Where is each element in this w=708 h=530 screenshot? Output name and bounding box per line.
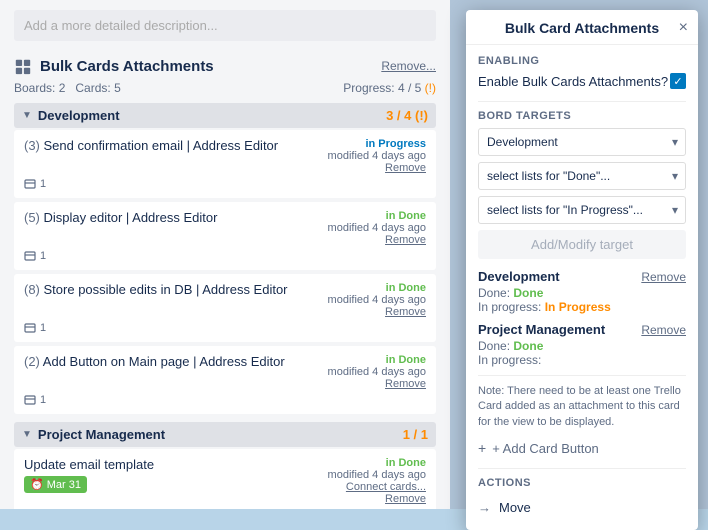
target-project-management: Project Management Remove Done: Done In … [478,322,686,367]
progress-summary: Progress: 4 / 5 (!) [343,81,436,95]
card-item: (2) Add Button on Main page | Address Ed… [14,346,436,414]
card-item: (3) Send confirmation email | Address Ed… [14,130,436,198]
add-card-label: + Add Card Button [492,441,599,456]
pm-card-meta: in Done modified 4 days ago Connect card… [328,457,426,505]
description-input[interactable]: Add a more detailed description... [14,10,436,41]
development-section-header[interactable]: ▼ Development 3 / 4 (!) [14,103,436,128]
clock-icon: ⏰ [30,478,44,491]
pm-card-title: Update email template ⏰ Mar 31 [24,457,318,493]
enable-question: Enable Bulk Cards Attachments? [478,74,668,89]
add-card-button[interactable]: + + Add Card Button [478,440,686,456]
card-remove-link[interactable]: Remove [328,162,426,174]
bulk-cards-title: Bulk Cards Attachments [40,58,381,75]
card-title: (8) Store possible edits in DB | Address… [24,282,318,297]
pm-count: 1 / 1 [403,427,428,442]
actions-label: ACTIONS [478,477,686,489]
development-select-wrapper: Development [478,128,686,156]
toggle-icon: ▼ [22,110,32,121]
popup-close-button[interactable]: × [679,20,688,36]
card-attachment: 1 [24,250,426,262]
bulk-cards-remove-link[interactable]: Remove... [381,59,436,73]
card-title: (2) Add Button on Main page | Address Ed… [24,354,318,369]
target-dev-done-status: Done: Done [478,286,686,300]
card-attachment: 1 [24,322,426,334]
popup-title: Bulk Card Attachments [505,20,659,36]
popup-header: Bulk Card Attachments × [466,10,698,45]
target-pm-name: Project Management [478,322,605,337]
boards-summary: Boards: 2 Cards: 5 Progress: 4 / 5 (!) [14,81,436,95]
main-card-area: Add a more detailed description... Bulk … [0,0,450,509]
development-select[interactable]: Development [478,128,686,156]
target-pm-remove[interactable]: Remove [641,323,686,337]
card-item: (5) Display editor | Address Editor in D… [14,202,436,270]
card-modified: modified 4 days ago [328,150,426,162]
pm-connect-link[interactable]: Connect cards... [328,481,426,493]
card-title: (5) Display editor | Address Editor [24,210,318,225]
enabling-label: ENABLING [478,55,686,67]
card-status: in Done [386,354,426,366]
card-attachment: 1 [24,394,426,406]
target-development: Development Remove Done: Done In progres… [478,269,686,314]
card-status: in Done [386,210,426,222]
popup-body: ENABLING Enable Bulk Cards Attachments? … [466,45,698,530]
card-remove-link[interactable]: Remove [328,378,426,390]
target-pm-progress-status: In progress: [478,353,686,367]
card-title: (3) Send confirmation email | Address Ed… [24,138,318,153]
development-label: Development [38,108,120,123]
card-meta: in Done modified 4 days ago Remove [328,282,426,318]
card-status: in Done [386,282,426,294]
progress-select[interactable]: select lists for "In Progress"... [478,196,686,224]
target-dev-remove[interactable]: Remove [641,270,686,284]
target-pm-done-status: Done: Done [478,339,686,353]
development-count: 3 / 4 (!) [386,108,428,123]
card-remove-link[interactable]: Remove [328,306,426,318]
card-status: in Progress [365,138,426,150]
target-dev-name: Development [478,269,560,284]
add-modify-button[interactable]: Add/Modify target [478,230,686,259]
pm-card-status: in Done [386,457,426,469]
enable-checkbox[interactable] [670,73,686,89]
bulk-cards-icon [14,57,32,75]
card-item: (8) Store possible edits in DB | Address… [14,274,436,342]
card-meta: in Done modified 4 days ago Remove [328,354,426,390]
done-select[interactable]: select lists for "Done"... [478,162,686,190]
card-meta: in Progress modified 4 days ago Remove [328,138,426,174]
project-management-section-header[interactable]: ▼ Project Management 1 / 1 [14,422,436,447]
popup-divider [478,101,686,102]
popup-note: Note: There need to be at least one Trel… [478,375,686,430]
move-label: Move [499,500,531,515]
bulk-card-attachments-popup: Bulk Card Attachments × ENABLING Enable … [466,10,698,530]
toggle-icon: ▼ [22,429,32,440]
move-action[interactable]: → Move [478,495,686,520]
pm-card-item: Update email template ⏰ Mar 31 in Done m… [14,449,436,509]
card-remove-link[interactable]: Remove [328,234,426,246]
bulk-cards-header: Bulk Cards Attachments Remove... [14,57,436,75]
enable-row: Enable Bulk Cards Attachments? [478,73,686,89]
actions-section: ACTIONS → Move [478,468,686,520]
progress-warning: (!) [425,81,436,95]
card-attachment: 1 [24,178,426,190]
card-meta: in Done modified 4 days ago Remove [328,210,426,246]
pm-remove-link[interactable]: Remove [328,493,426,505]
done-select-wrapper: select lists for "Done"... [478,162,686,190]
target-dev-progress-status: In progress: In Progress [478,300,686,314]
pm-label: Project Management [38,427,165,442]
boards-count: Boards: 2 Cards: 5 [14,81,121,95]
plus-icon: + [478,440,486,456]
arrow-icon: → [478,500,491,515]
bord-targets-label: BORD TARGETS [478,110,686,122]
progress-select-wrapper: select lists for "In Progress"... [478,196,686,224]
